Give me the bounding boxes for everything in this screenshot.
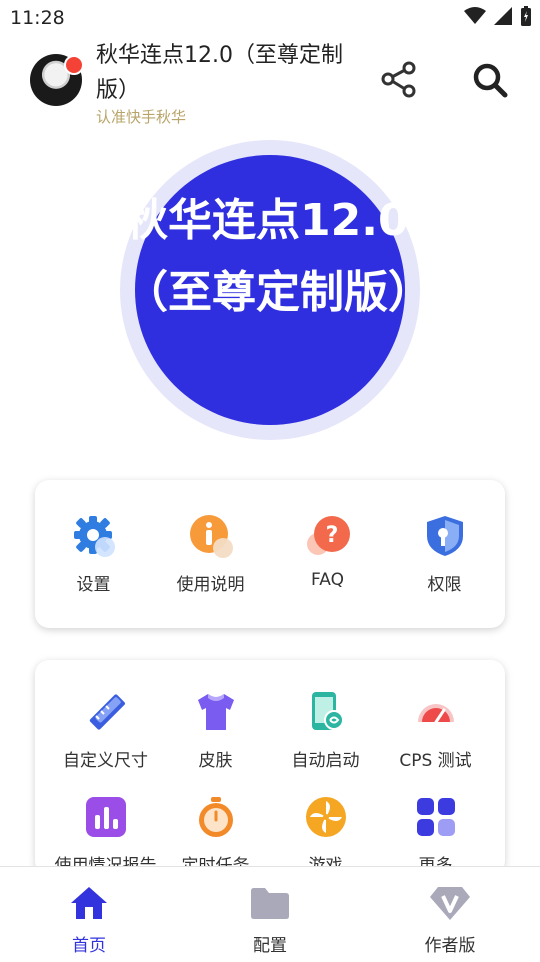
bottom-nav: 首页 配置 作者版 [0,866,540,962]
status-time: 11:28 [10,7,65,29]
phone-link-icon [311,692,344,730]
share-icon [381,61,416,98]
faq-tile[interactable]: ? FAQ [269,514,386,590]
tools-card: 自定义尺寸 皮肤 自动启动 CPS 测试 [35,660,505,876]
instructions-label: 使用说明 [176,575,245,595]
info-icon [189,515,233,558]
pinwheel-icon [305,797,346,837]
nav-author-label: 作者版 [424,936,476,956]
bar-chart-icon [85,797,126,837]
settings-label: 设置 [76,575,111,595]
search-icon [473,63,508,98]
nav-config[interactable]: 配置 [210,885,330,956]
usage-report-tile[interactable]: 使用情况报告 [47,795,164,876]
speedometer-icon [417,704,454,724]
signal-icon [494,7,512,25]
auto-start-label: 自动启动 [291,751,360,771]
skin-tile[interactable]: 皮肤 [157,690,274,771]
faq-label: FAQ [311,570,344,590]
app-subtitle: 认准快手秋华 [96,108,187,126]
cps-test-tile[interactable]: CPS 测试 [377,690,494,771]
question-icon: ? [306,516,350,555]
notification-badge [64,55,84,75]
custom-size-label: 自定义尺寸 [63,751,148,771]
svg-text:?: ? [325,523,338,548]
ruler-pencil-icon [89,694,125,730]
tshirt-icon [197,694,234,730]
custom-size-tile[interactable]: 自定义尺寸 [47,690,164,771]
hero-text: 秋华连点12.0（至尊定制版） [124,195,424,318]
skin-label: 皮肤 [198,751,233,771]
permissions-label: 权限 [427,575,462,595]
wifi-icon [464,7,486,24]
permissions-tile[interactable]: 权限 [386,514,503,595]
games-tile[interactable]: 游戏 [267,795,384,876]
status-icons [464,6,532,26]
nav-config-label: 配置 [253,936,287,956]
cps-test-label: CPS 测试 [399,751,472,771]
share-button[interactable] [380,60,418,98]
diamond-v-icon [430,887,470,920]
nav-author[interactable]: 作者版 [390,885,510,956]
settings-tile[interactable]: 设置 [35,514,152,595]
stopwatch-icon [198,797,233,837]
search-button[interactable] [470,60,510,100]
status-bar: 11:28 [0,0,540,36]
battery-icon [521,6,531,26]
gear-icon [73,516,115,557]
app-title: 秋华连点12.0（至尊定制版） [96,43,343,103]
shield-key-icon [426,516,463,556]
grid-icon [416,798,455,836]
instructions-tile[interactable]: 使用说明 [152,514,269,595]
more-tile[interactable]: 更多 [377,795,494,876]
auto-start-tile[interactable]: 自动启动 [267,690,384,771]
scheduled-task-tile[interactable]: 定时任务 [157,795,274,876]
nav-home[interactable]: 首页 [29,885,149,956]
nav-home-label: 首页 [72,936,106,956]
home-icon [71,887,107,919]
folder-icon [251,888,289,919]
quick-menu-card: 设置 使用说明 ? FAQ 权限 [35,480,505,628]
